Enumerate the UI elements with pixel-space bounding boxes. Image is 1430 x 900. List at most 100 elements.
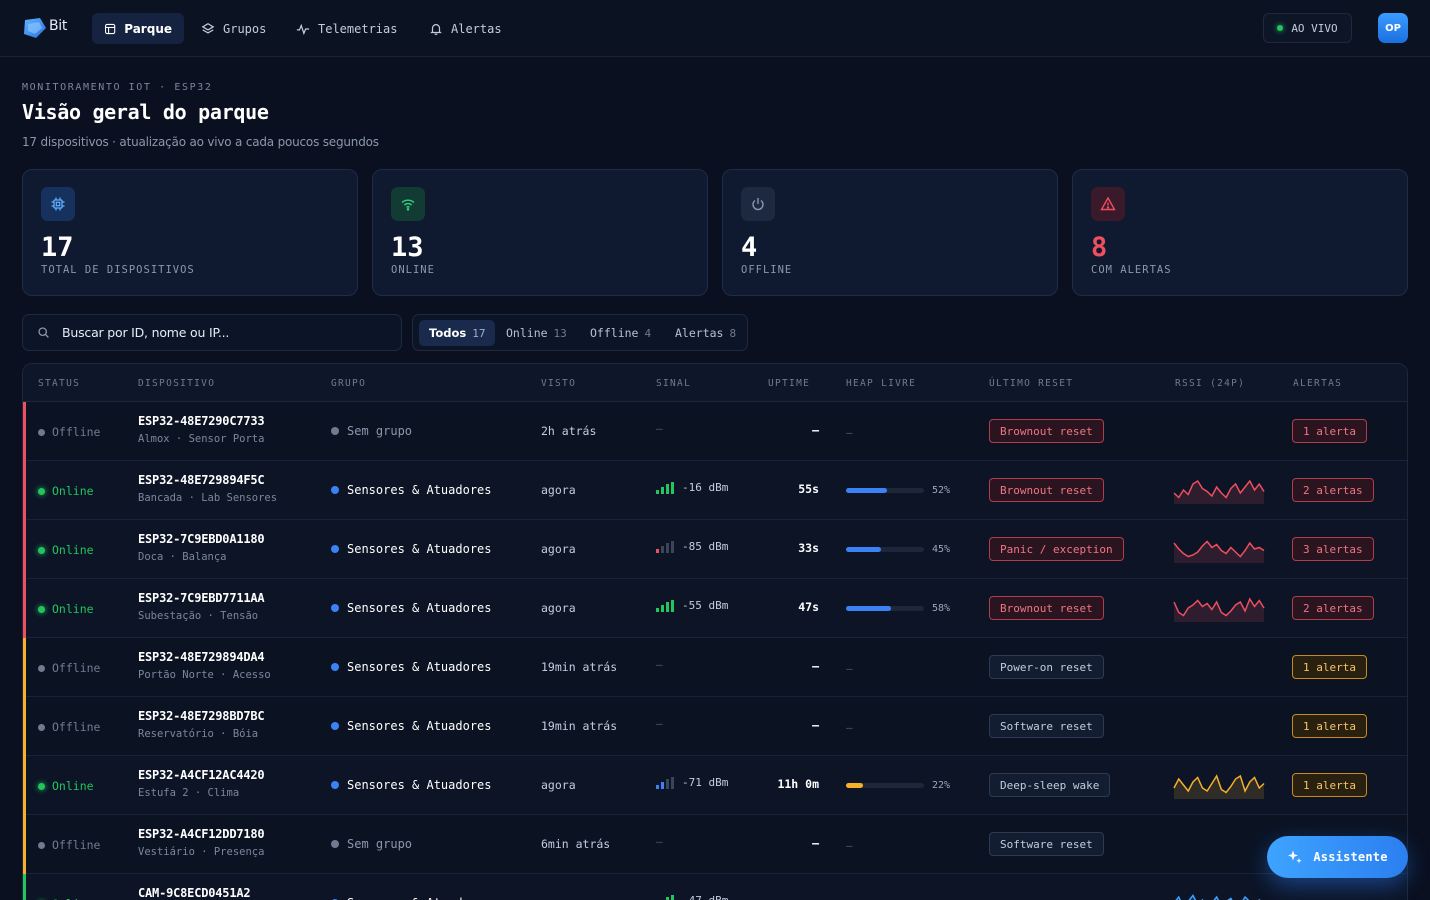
stat-label-total: TOTAL DE DISPOSITIVOS: [41, 264, 195, 276]
filter-tab-offline[interactable]: Offline 4: [580, 320, 661, 346]
status-dot-icon: [38, 546, 45, 554]
col-rssi[interactable]: RSSI (24P): [1175, 378, 1245, 389]
warning-icon: [1100, 196, 1116, 211]
seen-cell: 19min atrás: [541, 719, 618, 733]
rssi-sparkline: [1173, 597, 1265, 622]
device-id[interactable]: ESP32-48E729894DA4: [138, 650, 265, 664]
group-cell: Sem grupo: [331, 837, 412, 851]
avatar[interactable]: OP: [1378, 13, 1408, 43]
signal-value: —: [656, 658, 663, 671]
signal-bar: [666, 484, 669, 494]
alert-badge[interactable]: 1 alerta: [1292, 419, 1367, 443]
col-sinal[interactable]: SINAL: [656, 378, 691, 389]
row-accent-bar: [23, 520, 26, 579]
signal-bar: [656, 490, 659, 494]
filter-tab-todos[interactable]: Todos 17: [419, 320, 496, 346]
device-id[interactable]: ESP32-48E7290C7733: [138, 414, 265, 428]
table-row[interactable]: OnlineCAM-9C8ECD0451A2Sensores & Atuador…: [23, 874, 1407, 900]
nav-grupos[interactable]: Grupos: [189, 13, 278, 44]
logo-mark-icon: [24, 18, 46, 38]
table-row[interactable]: Offline ESP32-A4CF12DD7180 Vestiário · Pre…: [23, 815, 1407, 874]
alert-badge[interactable]: 2 alertas: [1292, 478, 1374, 502]
status-label: Online: [52, 602, 94, 616]
table-row[interactable]: Online ESP32-48E729894F5C Bancada · Lab Se…: [23, 461, 1407, 520]
table-row[interactable]: Offline ESP32-48E7290C7733 Almox · Sensor …: [23, 402, 1407, 461]
stat-icon-wrap: [41, 187, 75, 221]
heap-cell: —: [846, 839, 853, 852]
col-uptime[interactable]: UPTIME: [768, 378, 810, 389]
row-accent-bar: [23, 815, 26, 874]
table-row[interactable]: Online ESP32-7C9EBD0A1180 Doca · Balança Se…: [23, 520, 1407, 579]
col-visto[interactable]: VISTO: [541, 378, 576, 389]
live-dot-icon: [1277, 25, 1284, 31]
uptime-cell: 47s: [798, 600, 819, 614]
table-row[interactable]: Offline ESP32-48E729894DA4 Portão Norte · …: [23, 638, 1407, 697]
nav-parque[interactable]: Parque: [92, 13, 184, 44]
uptime-cell: 11h 0m: [777, 777, 819, 791]
device-id[interactable]: ESP32-A4CF12DD7180: [138, 827, 265, 841]
heap-value: —: [846, 662, 853, 675]
heap-bar: [846, 606, 924, 611]
reset-badge: Software reset: [989, 832, 1104, 856]
group-label: Sem grupo: [347, 424, 413, 438]
device-id[interactable]: ESP32-7C9EBD7711AA: [138, 591, 265, 605]
signal-bar: [661, 605, 664, 612]
col-heap[interactable]: HEAP LIVRE: [846, 378, 916, 389]
device-location: Almox · Sensor Porta: [138, 433, 265, 445]
bell-icon: [430, 23, 442, 35]
search-input[interactable]: Buscar por ID, nome ou IP...: [22, 314, 402, 351]
filter-count: 17: [472, 326, 486, 340]
device-id[interactable]: CAM-9C8ECD0451A2: [138, 886, 251, 900]
uptime-cell: 33s: [798, 541, 819, 555]
device-id[interactable]: ESP32-A4CF12AC4420: [138, 768, 265, 782]
group-dot-icon: [331, 427, 339, 435]
device-location: Subestação · Tensão: [138, 610, 259, 622]
alert-badge[interactable]: 1 alerta: [1292, 773, 1367, 797]
live-indicator[interactable]: AO VIVO: [1263, 13, 1352, 43]
table-row[interactable]: Online ESP32-7C9EBD7711AA Subestação · Ten…: [23, 579, 1407, 638]
signal-cell: -16 dBm: [656, 481, 728, 494]
col-status[interactable]: STATUS: [38, 378, 80, 389]
filter-tab-alertas[interactable]: Alertas 8: [665, 320, 746, 346]
filter-tab-online[interactable]: Online 13: [496, 320, 577, 346]
uptime-cell: 55s: [798, 482, 819, 496]
uptime-cell: —: [812, 836, 819, 850]
nav-telemetrias[interactable]: Telemetrias: [284, 13, 409, 44]
signal-bar: [661, 546, 664, 553]
device-id[interactable]: ESP32-48E729894F5C: [138, 473, 265, 487]
stat-value-total: 17: [41, 232, 74, 263]
heap-cell: 52%: [846, 485, 950, 496]
signal-value: -47 dBm: [682, 894, 728, 900]
col-grupo[interactable]: GRUPO: [331, 378, 366, 389]
heap-value: 58%: [932, 603, 951, 614]
table-row[interactable]: Online ESP32-A4CF12AC4420 Estufa 2 · Clima…: [23, 756, 1407, 815]
group-cell: Sensores & Atuadores: [331, 483, 492, 497]
seen-cell: agora: [541, 896, 576, 900]
stat-label-online: ONLINE: [391, 264, 435, 276]
device-id[interactable]: ESP32-48E7298BD7BC: [138, 709, 265, 723]
col-reset[interactable]: ÚLTIMO RESET: [989, 378, 1073, 389]
assistant-button[interactable]: Assistente: [1267, 836, 1408, 878]
logo[interactable]: Bit: [22, 16, 68, 42]
status-cell: Online: [38, 779, 94, 793]
alert-badge[interactable]: 1 alerta: [1292, 714, 1367, 738]
col-dispositivo[interactable]: DISPOSITIVO: [138, 378, 215, 389]
device-id[interactable]: ESP32-7C9EBD0A1180: [138, 532, 265, 546]
signal-bars-icon: [656, 600, 674, 612]
col-alertas[interactable]: ALERTAS: [1293, 378, 1342, 389]
signal-value: -55 dBm: [682, 599, 729, 612]
group-label: Sensores & Atuadores: [347, 542, 492, 556]
reset-badge: Deep-sleep wake: [989, 773, 1111, 797]
nav-alertas[interactable]: Alertas: [417, 13, 514, 44]
alert-badge[interactable]: 2 alertas: [1292, 596, 1374, 620]
devices-table: STATUS DISPOSITIVO GRUPO VISTO SINAL UPT…: [22, 363, 1408, 900]
alert-badge[interactable]: 1 alerta: [1292, 655, 1367, 679]
table-row[interactable]: Offline ESP32-48E7298BD7BC Reservatório · …: [23, 697, 1407, 756]
nav-alertas-label: Alertas: [451, 21, 502, 36]
rssi-sparkline: [1175, 894, 1261, 900]
alert-badge[interactable]: 3 alertas: [1292, 537, 1374, 561]
stat-icon-wrap: [391, 187, 425, 221]
signal-bar: [671, 541, 674, 553]
status-cell: Offline: [38, 425, 100, 439]
heap-value: 52%: [932, 485, 951, 496]
